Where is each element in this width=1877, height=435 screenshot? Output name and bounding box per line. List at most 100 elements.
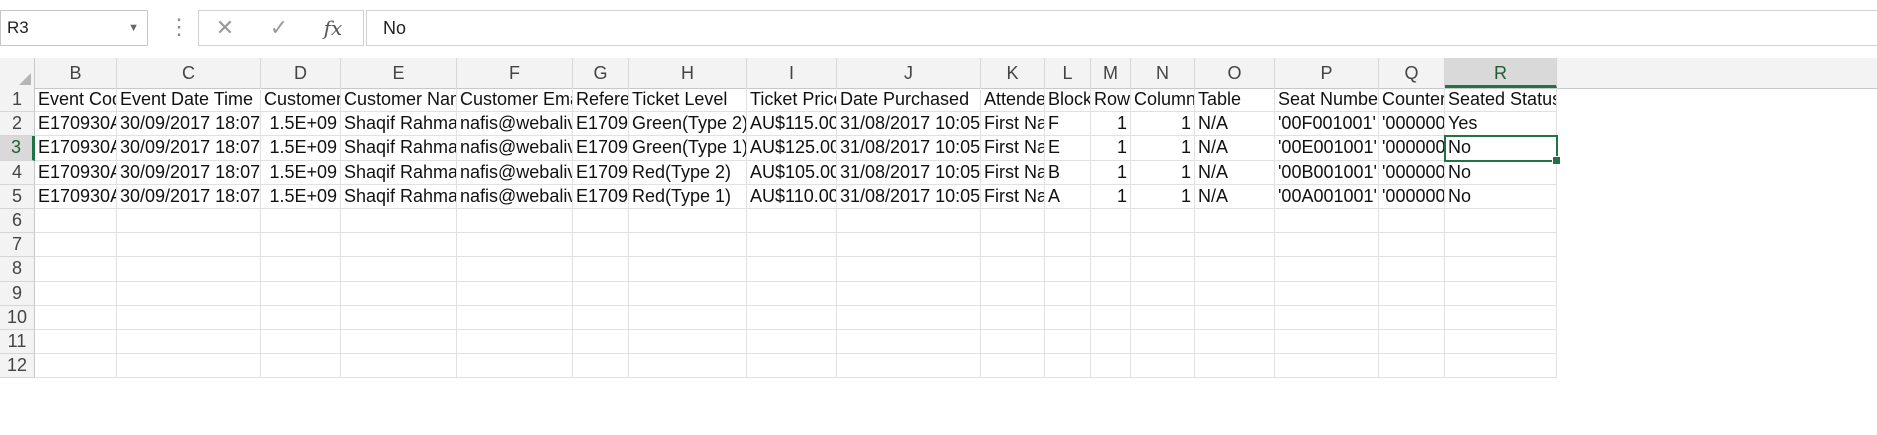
cell-c1[interactable]: Event Date Time bbox=[117, 88, 261, 113]
cell-l12[interactable] bbox=[1045, 354, 1091, 379]
cell-k11[interactable] bbox=[981, 330, 1045, 355]
cell-j4[interactable]: 31/08/2017 10:05 bbox=[837, 160, 981, 185]
cell-f6[interactable] bbox=[457, 209, 573, 234]
column-header-g[interactable]: G bbox=[573, 58, 629, 88]
column-header-p[interactable]: P bbox=[1275, 58, 1379, 88]
cell-b3[interactable]: E170930AS bbox=[35, 136, 117, 161]
cell-j7[interactable] bbox=[837, 233, 981, 258]
cell-m11[interactable] bbox=[1091, 330, 1131, 355]
cell-o3[interactable]: N/A bbox=[1195, 136, 1275, 161]
cell-k8[interactable] bbox=[981, 257, 1045, 282]
cell-o12[interactable] bbox=[1195, 354, 1275, 379]
cell-q12[interactable] bbox=[1379, 354, 1445, 379]
cell-i12[interactable] bbox=[747, 354, 837, 379]
column-header-m[interactable]: M bbox=[1091, 58, 1131, 88]
cell-h9[interactable] bbox=[629, 281, 747, 306]
cell-f9[interactable] bbox=[457, 281, 573, 306]
cell-j9[interactable] bbox=[837, 281, 981, 306]
cell-d2[interactable]: 1.5E+09 bbox=[261, 112, 341, 137]
cell-h1[interactable]: Ticket Level bbox=[629, 88, 747, 113]
row-header[interactable]: 3 bbox=[0, 136, 35, 161]
cell-c6[interactable] bbox=[117, 209, 261, 234]
column-header-o[interactable]: O bbox=[1195, 58, 1275, 88]
cell-k10[interactable] bbox=[981, 305, 1045, 330]
cell-r8[interactable] bbox=[1445, 257, 1557, 282]
cell-l2[interactable]: F bbox=[1045, 112, 1091, 137]
row-header[interactable]: 9 bbox=[0, 281, 35, 306]
cell-e11[interactable] bbox=[341, 330, 457, 355]
cell-r5[interactable]: No bbox=[1445, 184, 1557, 209]
row-header[interactable]: 1 bbox=[0, 88, 35, 113]
cell-p1[interactable]: Seat Number bbox=[1275, 88, 1379, 113]
column-header-r[interactable]: R bbox=[1445, 58, 1557, 88]
cell-k9[interactable] bbox=[981, 281, 1045, 306]
cell-n9[interactable] bbox=[1131, 281, 1195, 306]
cell-p11[interactable] bbox=[1275, 330, 1379, 355]
cell-e8[interactable] bbox=[341, 257, 457, 282]
cell-f12[interactable] bbox=[457, 354, 573, 379]
column-header-h[interactable]: H bbox=[629, 58, 747, 88]
row-header[interactable]: 10 bbox=[0, 305, 35, 330]
cell-l8[interactable] bbox=[1045, 257, 1091, 282]
cell-b1[interactable]: Event Code bbox=[35, 88, 117, 113]
cell-l9[interactable] bbox=[1045, 281, 1091, 306]
row-header[interactable]: 4 bbox=[0, 160, 35, 185]
column-header-q[interactable]: Q bbox=[1379, 58, 1445, 88]
more-options-icon[interactable]: ⋮ bbox=[168, 12, 190, 42]
cell-p8[interactable] bbox=[1275, 257, 1379, 282]
cell-i9[interactable] bbox=[747, 281, 837, 306]
cell-n12[interactable] bbox=[1131, 354, 1195, 379]
cell-r11[interactable] bbox=[1445, 330, 1557, 355]
cell-d5[interactable]: 1.5E+09 bbox=[261, 184, 341, 209]
cell-r10[interactable] bbox=[1445, 305, 1557, 330]
cell-c7[interactable] bbox=[117, 233, 261, 258]
cell-e6[interactable] bbox=[341, 209, 457, 234]
cell-c12[interactable] bbox=[117, 354, 261, 379]
cell-o2[interactable]: N/A bbox=[1195, 112, 1275, 137]
cell-l4[interactable]: B bbox=[1045, 160, 1091, 185]
cell-g6[interactable] bbox=[573, 209, 629, 234]
cell-k5[interactable]: First Nar bbox=[981, 184, 1045, 209]
cell-m2[interactable]: 1 bbox=[1091, 112, 1131, 137]
cell-d9[interactable] bbox=[261, 281, 341, 306]
cell-l11[interactable] bbox=[1045, 330, 1091, 355]
cell-j3[interactable]: 31/08/2017 10:05 bbox=[837, 136, 981, 161]
column-header-l[interactable]: L bbox=[1045, 58, 1091, 88]
cell-d8[interactable] bbox=[261, 257, 341, 282]
column-header-c[interactable]: C bbox=[117, 58, 261, 88]
cell-m5[interactable]: 1 bbox=[1091, 184, 1131, 209]
cell-n2[interactable]: 1 bbox=[1131, 112, 1195, 137]
cell-q9[interactable] bbox=[1379, 281, 1445, 306]
cell-g11[interactable] bbox=[573, 330, 629, 355]
cell-i2[interactable]: AU$115.00 bbox=[747, 112, 837, 137]
cell-i10[interactable] bbox=[747, 305, 837, 330]
cell-e10[interactable] bbox=[341, 305, 457, 330]
cell-e2[interactable]: Shaqif Rahman bbox=[341, 112, 457, 137]
cell-m10[interactable] bbox=[1091, 305, 1131, 330]
cell-o7[interactable] bbox=[1195, 233, 1275, 258]
cell-d3[interactable]: 1.5E+09 bbox=[261, 136, 341, 161]
cell-o8[interactable] bbox=[1195, 257, 1275, 282]
column-header-j[interactable]: J bbox=[837, 58, 981, 88]
column-header-b[interactable]: B bbox=[35, 58, 117, 88]
cell-q4[interactable]: '000000( bbox=[1379, 160, 1445, 185]
cell-d7[interactable] bbox=[261, 233, 341, 258]
row-header[interactable]: 6 bbox=[0, 209, 35, 234]
cell-j2[interactable]: 31/08/2017 10:05 bbox=[837, 112, 981, 137]
cell-k1[interactable]: Attende bbox=[981, 88, 1045, 113]
cell-o1[interactable]: Table bbox=[1195, 88, 1275, 113]
cell-l10[interactable] bbox=[1045, 305, 1091, 330]
cell-r7[interactable] bbox=[1445, 233, 1557, 258]
cell-q3[interactable]: '000000( bbox=[1379, 136, 1445, 161]
cell-h10[interactable] bbox=[629, 305, 747, 330]
cell-q2[interactable]: '000000( bbox=[1379, 112, 1445, 137]
cell-n8[interactable] bbox=[1131, 257, 1195, 282]
chevron-down-icon[interactable]: ▼ bbox=[128, 11, 139, 45]
cell-j1[interactable]: Date Purchased bbox=[837, 88, 981, 113]
insert-function-icon[interactable]: fx bbox=[313, 11, 353, 45]
cell-c9[interactable] bbox=[117, 281, 261, 306]
cell-p10[interactable] bbox=[1275, 305, 1379, 330]
cell-n1[interactable]: Column bbox=[1131, 88, 1195, 113]
formula-input[interactable]: No bbox=[366, 10, 1877, 46]
cell-b9[interactable] bbox=[35, 281, 117, 306]
